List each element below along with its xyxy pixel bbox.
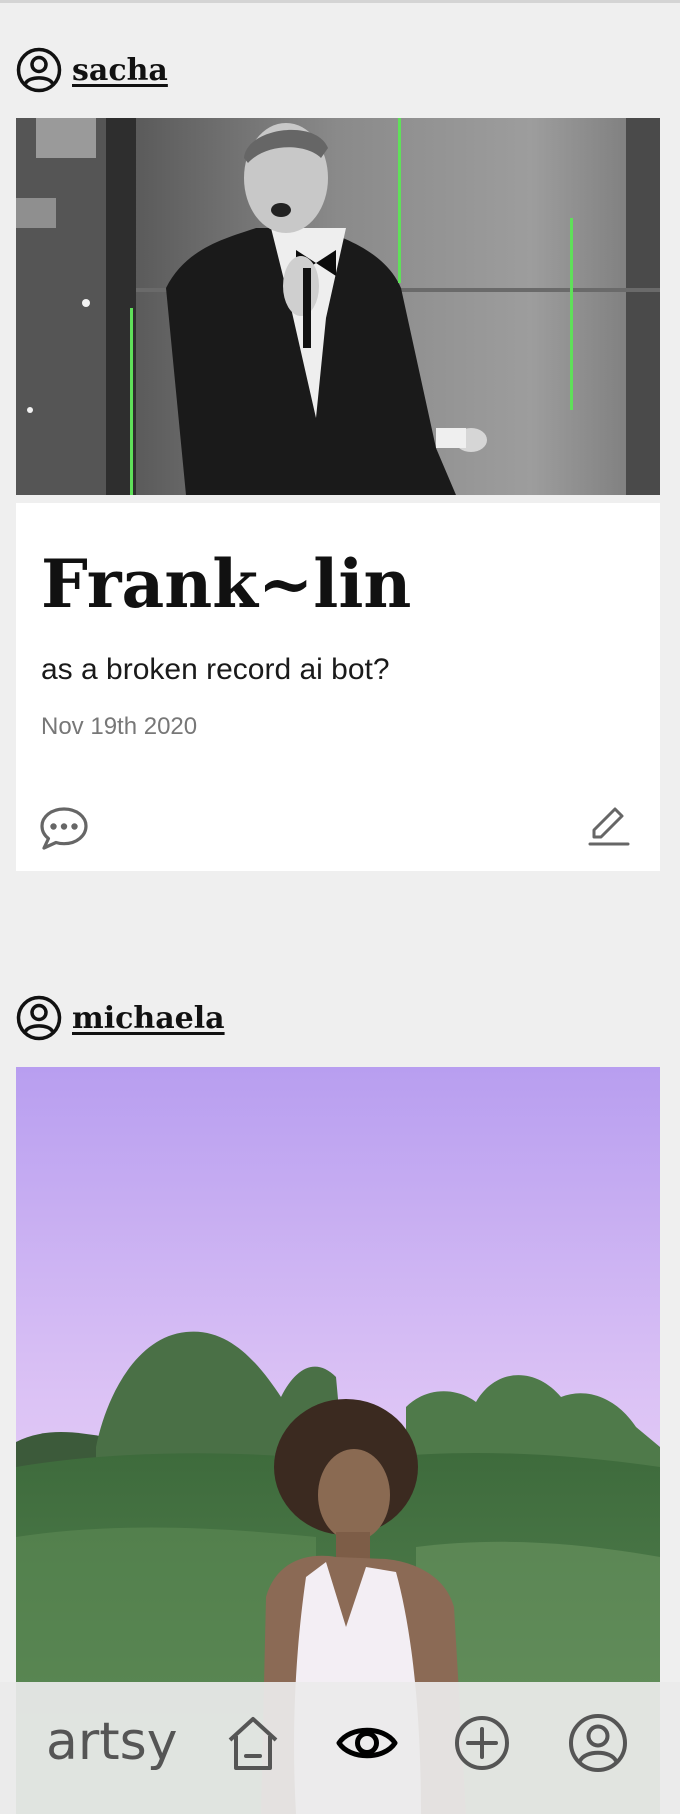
nav-profile-button[interactable]	[567, 1712, 629, 1774]
post-card[interactable]: Frank~lin as a broken record ai bot? Nov…	[16, 503, 660, 871]
nav-create-button[interactable]	[451, 1712, 513, 1774]
nav-feed-button[interactable]	[336, 1712, 398, 1774]
eye-icon	[336, 1727, 398, 1759]
top-divider	[0, 0, 680, 3]
post-date: Nov 19th 2020	[41, 713, 198, 740]
home-icon	[228, 1717, 278, 1770]
comment-icon	[40, 807, 88, 850]
comment-button[interactable]	[38, 805, 90, 851]
profile-icon	[569, 1714, 627, 1772]
author-name-link[interactable]: sacha	[72, 53, 168, 88]
bottom-nav: artsy	[0, 1682, 680, 1814]
post-author[interactable]: michaela	[16, 995, 225, 1041]
author-name-link[interactable]: michaela	[72, 1001, 225, 1036]
plus-circle-icon	[455, 1716, 509, 1770]
pencil-icon	[588, 807, 630, 846]
post-image[interactable]	[16, 118, 660, 495]
nav-home-button[interactable]	[222, 1712, 284, 1774]
post-author[interactable]: sacha	[16, 47, 168, 93]
user-avatar-icon	[16, 995, 62, 1041]
user-avatar-icon	[16, 47, 62, 93]
post-title: Frank~lin	[41, 545, 412, 623]
brand-logo[interactable]: artsy	[46, 1712, 178, 1772]
post-subtitle: as a broken record ai bot?	[41, 653, 390, 686]
edit-button[interactable]	[588, 803, 630, 847]
